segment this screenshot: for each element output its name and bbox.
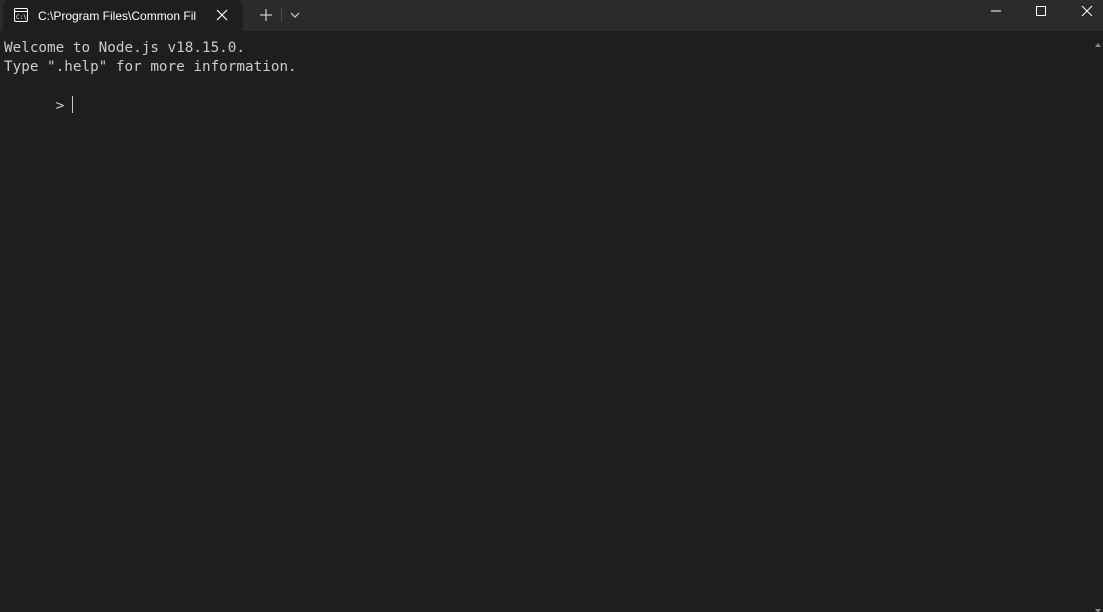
vertical-scrollbar[interactable]: [1093, 31, 1103, 612]
chevron-down-icon: [283, 12, 307, 31]
plus-icon: [252, 9, 280, 31]
terminal-line: Welcome to Node.js v18.15.0.: [4, 40, 246, 56]
tab-active[interactable]: C:\ C:\Program Files\Common Fil: [3, 0, 243, 31]
text-cursor: [72, 96, 74, 113]
tab-title: C:\Program Files\Common Fil: [38, 9, 197, 23]
prompt: >: [55, 98, 65, 114]
tab-separator: [281, 8, 282, 22]
svg-text:C:\: C:\: [16, 14, 27, 21]
maximize-button[interactable]: [1017, 0, 1063, 31]
close-window-button[interactable]: [1063, 0, 1103, 31]
minimize-button[interactable]: [972, 0, 1018, 31]
scroll-down-icon[interactable]: [1095, 601, 1101, 612]
tab-dropdown-button[interactable]: [283, 3, 307, 27]
new-tab-button[interactable]: [252, 3, 280, 27]
terminal-output[interactable]: Welcome to Node.js v18.15.0. Type ".help…: [0, 31, 1093, 612]
terminal-icon: C:\: [14, 8, 28, 22]
close-icon[interactable]: [215, 8, 229, 22]
scroll-up-icon[interactable]: [1095, 35, 1101, 47]
terminal-window: C:\ C:\Program Files\Common Fil Welcome …: [0, 0, 1103, 612]
title-bar[interactable]: C:\ C:\Program Files\Common Fil: [0, 0, 1103, 31]
prompt-line[interactable]: >: [4, 77, 74, 114]
terminal-line: Type ".help" for more information.: [4, 59, 297, 75]
